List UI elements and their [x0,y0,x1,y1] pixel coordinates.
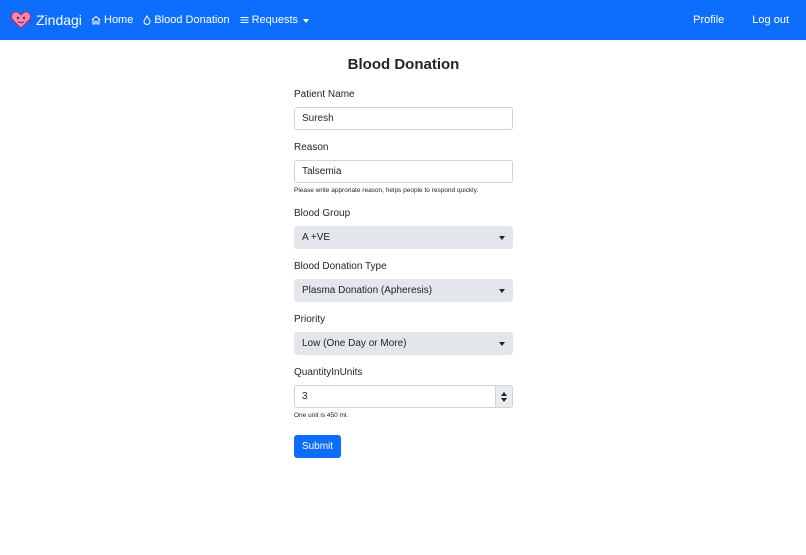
quantity-value: 3 [302,391,308,402]
menu-icon [240,17,249,23]
blood-group-group: Blood Group A +VE [294,208,513,261]
donation-type-selected: Plasma Donation (Apheresis) [302,285,433,296]
nav-profile[interactable]: Profile [693,14,724,26]
quantity-label: QuantityInUnits [294,367,363,378]
blood-group-selected: A +VE [302,232,331,243]
nav-left: Home Blood Donation Requests [91,0,319,40]
reason-input[interactable] [294,160,513,183]
heart-logo-icon [10,11,32,29]
brand-name: Zindagi [36,12,82,28]
nav-requests-label: Requests [251,14,299,26]
donation-type-group: Blood Donation Type Plasma Donation (Aph… [294,261,513,314]
quantity-input[interactable]: 3 [294,385,513,408]
submit-button[interactable]: Submit [294,435,341,458]
patient-name-input[interactable] [294,107,513,130]
chevron-down-icon [499,235,505,240]
drop-icon [143,15,151,25]
chevron-down-icon [499,341,505,346]
priority-selected: Low (One Day or More) [302,338,407,349]
nav-blood-donation[interactable]: Blood Donation [143,14,230,26]
chevron-down-icon [499,288,505,293]
priority-group: Priority Low (One Day or More) [294,314,513,367]
donation-type-label: Blood Donation Type [294,261,387,272]
home-icon [91,15,101,25]
priority-label: Priority [294,314,326,325]
donation-type-select[interactable]: Plasma Donation (Apheresis) [294,279,513,302]
quantity-stepper[interactable] [495,386,512,407]
nav-right: Profile Log out [665,0,789,40]
page-title: Blood Donation [347,56,460,73]
nav-logout[interactable]: Log out [752,14,789,26]
nav-home-label: Home [104,14,134,26]
patient-name-label: Patient Name [294,89,355,100]
nav-blood-donation-label: Blood Donation [154,14,230,26]
quantity-group: QuantityInUnits 3 One unit is 450 ml. [294,367,513,420]
blood-donation-form: Blood Donation Patient Name Reason Pleas… [294,56,513,458]
patient-name-group: Patient Name [294,89,513,142]
reason-help-text: Please write approriate reason, helps pe… [294,187,479,194]
reason-label: Reason [294,142,329,153]
brand[interactable]: Zindagi [10,9,82,31]
chevron-down-icon [303,18,310,23]
navbar: Zindagi Home Blood Donation Requests Pro… [0,0,806,40]
reason-group: Reason Please write approriate reason, h… [294,142,513,208]
nav-requests-dropdown[interactable]: Requests [240,14,310,26]
blood-group-select[interactable]: A +VE [294,226,513,249]
blood-group-label: Blood Group [294,208,351,219]
priority-select[interactable]: Low (One Day or More) [294,332,513,355]
stepper-down-icon[interactable] [501,397,507,402]
stepper-up-icon[interactable] [501,391,507,396]
nav-home[interactable]: Home [91,14,133,26]
quantity-help-text: One unit is 450 ml. [294,412,349,419]
